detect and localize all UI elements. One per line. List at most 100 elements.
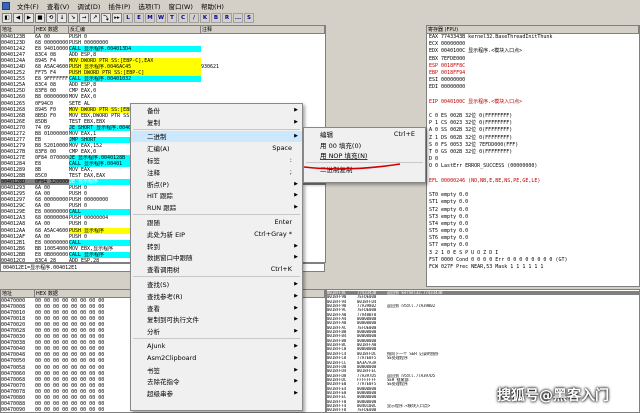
toolbar-button[interactable]: E: [134, 12, 144, 23]
register-line[interactable]: EFL 00000246 (NO,NB,E,BE,NS,PE,GE,LE): [429, 178, 639, 185]
register-line[interactable]: EBP 0018FF94: [429, 70, 639, 77]
menu-item[interactable]: 去除花指令 ▶: [131, 376, 302, 388]
toolbar-button[interactable]: B: [211, 12, 221, 23]
toolbar-button[interactable]: /: [189, 12, 199, 23]
menu-item[interactable]: 查找(S) ▶: [131, 278, 302, 290]
register-line[interactable]: A 0 SS 002B 32位 0(FFFFFFFF): [429, 127, 639, 134]
menu-item[interactable]: 复制 ▶: [131, 116, 302, 128]
menu-item[interactable]: 查找参考(R) ▶: [131, 290, 302, 302]
menu-item[interactable]: HIT 跟踪 ▶: [131, 190, 302, 202]
register-line[interactable]: Z 1 DS 002B 32位 0(FFFFFFFF): [429, 135, 639, 142]
menu-item[interactable]: 转到 ▶: [131, 240, 302, 252]
toolbar-button[interactable]: ◀: [13, 12, 23, 23]
menu-item[interactable]: Asm2Clipboard ▶: [131, 352, 302, 364]
toolbar: ◧ ◀ ▶ ■ ⟲ ↓ ↘ → ↗ ⤵ ▸▸ L E M W T C / K B R... S: [0, 11, 640, 24]
menu-item[interactable]: 超级串参 ▶: [131, 387, 302, 399]
register-line[interactable]: ST6 empty 0.0: [429, 235, 639, 242]
menu-item[interactable]: 复制到可执行文件 ▶: [131, 314, 302, 326]
menu-item[interactable]: 断点(P) ▶: [131, 178, 302, 190]
toolbar-button[interactable]: L: [123, 12, 133, 23]
register-line[interactable]: ST2 empty 0.0: [429, 207, 639, 214]
toolbar-button[interactable]: R: [222, 12, 232, 23]
register-line[interactable]: ST7 empty 0.0: [429, 242, 639, 249]
menu-item[interactable]: 用 NOP 填充(N): [304, 150, 425, 161]
menu-item[interactable]: 插件(P): [104, 1, 134, 11]
register-line[interactable]: ST5 empty 0.0: [429, 228, 639, 235]
toolbar-button[interactable]: ■: [35, 12, 45, 23]
register-line[interactable]: [429, 185, 639, 192]
submenu-arrow-icon: ▶: [294, 192, 298, 199]
col-address[interactable]: 地址: [1, 26, 35, 33]
toolbar-button[interactable]: C: [178, 12, 188, 23]
toolbar-button[interactable]: ▶: [24, 12, 34, 23]
menu-item[interactable]: 查看 ▶: [131, 302, 302, 314]
menu-item[interactable]: 标签:: [131, 154, 302, 166]
menu-item[interactable]: 查看(V): [43, 1, 74, 11]
menu-item[interactable]: 窗口(W): [164, 1, 197, 11]
menu-item[interactable]: 备份 ▶: [131, 104, 302, 116]
toolbar-button[interactable]: ▸▸: [112, 12, 122, 23]
menu-item-label: 编辑: [320, 131, 333, 140]
menu-item[interactable]: 编辑 Ctrl+E: [304, 129, 425, 140]
toolbar-button[interactable]: K: [200, 12, 210, 23]
toolbar-button[interactable]: ⤵: [101, 12, 111, 23]
col-disasm[interactable]: 反汇编: [69, 26, 201, 33]
menu-item[interactable]: 用 00 填充(0): [304, 140, 425, 151]
toolbar-button[interactable]: ◧: [2, 12, 12, 23]
col-comment[interactable]: 注释: [201, 26, 325, 33]
menu-item[interactable]: 文件(F): [13, 1, 43, 11]
menu-item[interactable]: RUN 跟踪 ▶: [131, 201, 302, 213]
menu-item[interactable]: 汇编(A) Space: [131, 142, 302, 154]
register-line[interactable]: EIP 0040100C 显示程序.<模块入口点>: [429, 99, 639, 106]
menu-item-label: 二进制: [147, 133, 167, 142]
toolbar-button[interactable]: ↗: [90, 12, 100, 23]
toolbar-button[interactable]: ⟲: [46, 12, 56, 23]
menu-item[interactable]: 分析 ▶: [131, 325, 302, 337]
toolbar-button[interactable]: W: [156, 12, 166, 23]
register-line[interactable]: ST4 empty 0.0: [429, 221, 639, 228]
menu-item[interactable]: 查看调用树 Ctrl+K: [131, 263, 302, 275]
dump-col-address[interactable]: 地址: [1, 290, 35, 297]
register-line[interactable]: ST1 empty 0.0: [429, 199, 639, 206]
menu-item[interactable]: 调试(D): [73, 1, 104, 11]
register-line[interactable]: ST3 empty 0.0: [429, 214, 639, 221]
menubar: 文件(F) 查看(V) 调试(D) 插件(P) 选项(T) 窗口(W) 帮助(H): [0, 0, 640, 11]
register-line[interactable]: S 0 FS 0053 32位 7EFDD000(FFF): [429, 142, 639, 149]
toolbar-button[interactable]: ↘: [68, 12, 78, 23]
col-hex[interactable]: HEX 数据: [35, 26, 69, 33]
toolbar-button[interactable]: M: [145, 12, 155, 23]
register-line[interactable]: EDX 0040100C 显示程序.<模块入口点>: [429, 48, 639, 55]
menu-item[interactable]: 注释;: [131, 166, 302, 178]
menu-item[interactable]: 跟随 Enter: [131, 216, 302, 228]
register-line[interactable]: [429, 92, 639, 99]
register-line[interactable]: EDI 00000000: [429, 84, 639, 91]
register-line[interactable]: EBX 7EFDE000: [429, 56, 639, 63]
toolbar-button[interactable]: →: [79, 12, 89, 23]
register-line[interactable]: FST 0000 Cond 0 0 0 0 Err 0 0 0 0 0 0 0 …: [429, 257, 639, 264]
toolbar-button[interactable]: S: [244, 12, 254, 23]
toolbar-button[interactable]: ↓: [57, 12, 67, 23]
menu-item[interactable]: 书签 ▶: [131, 364, 302, 376]
menu-item[interactable]: 二进制 ▶: [131, 130, 302, 143]
register-line[interactable]: O 0 LastErr ERROR_SUCCESS (00000000): [429, 163, 639, 170]
register-line[interactable]: [429, 106, 639, 113]
menu-separator: [133, 276, 300, 278]
registers-pane[interactable]: 寄存器 (FPU) EAX 7743343B kernel32.BaseThre…: [426, 25, 640, 287]
menu-item[interactable]: AJunk ▶: [131, 340, 302, 352]
menu-item[interactable]: 数据窗口中跟随 ▶: [131, 252, 302, 264]
toolbar-button[interactable]: T: [167, 12, 177, 23]
stack-row[interactable]: 0018FFF8 7EFDE000: [327, 408, 639, 412]
register-line[interactable]: [429, 171, 639, 178]
register-line[interactable]: ST0 empty 0.0: [429, 192, 639, 199]
register-line[interactable]: EAX 7743343B kernel32.BaseThreadInitThun…: [429, 34, 639, 41]
register-line[interactable]: D 0: [429, 156, 639, 163]
register-line[interactable]: T 0 GS 002B 32位 0(FFFFFFFF): [429, 149, 639, 156]
menu-item[interactable]: 选项(T): [134, 1, 164, 11]
register-line[interactable]: ESP 0018FF8C: [429, 63, 639, 70]
menu-item[interactable]: 帮助(H): [197, 1, 228, 11]
register-line[interactable]: 3 2 1 0 E S P U O Z D I: [429, 250, 639, 257]
toolbar-button[interactable]: ...: [233, 12, 243, 23]
register-line[interactable]: FCW 027F Prec NEAR,53 Mask 1 1 1 1 1 1: [429, 264, 639, 271]
register-line[interactable]: ESI 00000000: [429, 77, 639, 84]
menu-item[interactable]: 此处为新 EIP Ctrl+Gray *: [131, 228, 302, 240]
